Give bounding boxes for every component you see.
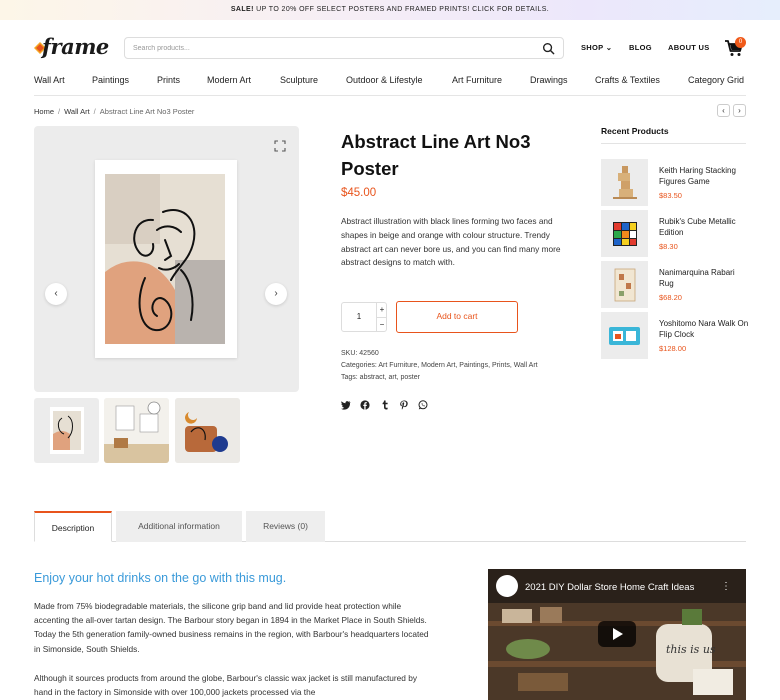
- quantity-decrease-button[interactable]: −: [376, 317, 387, 331]
- tumblr-icon[interactable]: [380, 400, 390, 410]
- facebook-icon[interactable]: [360, 400, 370, 410]
- category-prints[interactable]: Prints: [157, 75, 180, 85]
- twitter-icon[interactable]: [341, 400, 351, 410]
- quantity-value[interactable]: 1: [342, 312, 376, 321]
- gallery-thumbnail[interactable]: [34, 398, 99, 463]
- logo-text: frame: [42, 34, 109, 59]
- product-main-image: [95, 160, 237, 358]
- product-title: Abstract Line Art No3 Poster: [341, 131, 531, 179]
- chevron-right-icon: ›: [274, 288, 278, 299]
- breadcrumb-home[interactable]: Home: [34, 107, 54, 116]
- promo-banner[interactable]: SALE! UP TO 20% OFF SELECT POSTERS AND F…: [0, 0, 780, 20]
- channel-avatar[interactable]: [496, 575, 518, 597]
- tab-additional-information[interactable]: Additional information: [116, 511, 242, 542]
- poster-artwork: [105, 174, 225, 344]
- chevron-down-icon: ⌄: [605, 43, 613, 52]
- category-grid[interactable]: Category Grid: [688, 75, 744, 85]
- recent-product-name[interactable]: Yoshitomo Nara Walk On Flip Clock: [659, 319, 749, 340]
- gallery-thumbnail[interactable]: [175, 398, 240, 463]
- recent-products-title: Recent Products: [601, 126, 669, 136]
- video-embed[interactable]: 2021 DIY Dollar Store Home Craft Ideas ⋮…: [488, 569, 746, 700]
- search-input[interactable]: [133, 41, 523, 56]
- recent-product-item[interactable]: Keith Haring Stacking Figures Game $83.5…: [601, 159, 749, 206]
- tab-reviews[interactable]: Reviews (0): [246, 511, 325, 542]
- search-box: [124, 37, 564, 59]
- breadcrumb-current: Abstract Line Art No3 Poster: [99, 107, 195, 116]
- category-nav: Wall Art Paintings Prints Modern Art Scu…: [0, 70, 780, 96]
- video-thumbnail-text: this is us: [666, 643, 716, 656]
- recent-product-image: [601, 159, 648, 206]
- chevron-right-icon: ›: [738, 106, 741, 115]
- description-paragraph: Although it sources products from around…: [34, 673, 417, 698]
- breadcrumb-separator: /: [58, 107, 61, 116]
- description-heading: Enjoy your hot drinks on the go with thi…: [34, 571, 287, 585]
- category-drawings[interactable]: Drawings: [530, 75, 568, 85]
- search-icon[interactable]: [542, 42, 555, 55]
- nav-shop[interactable]: SHOP ⌄: [581, 43, 612, 52]
- pinterest-icon[interactable]: [399, 400, 409, 410]
- recent-product-item[interactable]: Yoshitomo Nara Walk On Flip Clock $128.0…: [601, 312, 749, 359]
- chevron-left-icon: ‹: [54, 288, 58, 299]
- nav-about[interactable]: ABOUT US: [668, 43, 710, 52]
- promo-bold: SALE!: [230, 6, 254, 13]
- breadcrumb-parent[interactable]: Wall Art: [64, 107, 90, 116]
- cart-count-badge: 0: [735, 37, 746, 48]
- recent-product-price: $68.20: [659, 293, 682, 302]
- gallery-prev-button[interactable]: ‹: [45, 283, 67, 305]
- recent-product-image: [601, 210, 648, 257]
- divider: [601, 143, 746, 144]
- breadcrumb: Home / Wall Art / Abstract Line Art No3 Post…: [34, 107, 194, 116]
- chevron-left-icon: ‹: [722, 106, 725, 115]
- next-product-button[interactable]: ›: [733, 104, 746, 117]
- recent-product-item[interactable]: Nanimarquina Rabari Rug $68.20: [601, 261, 749, 308]
- tab-description[interactable]: Description: [34, 511, 112, 542]
- add-to-cart-button[interactable]: Add to cart: [396, 301, 518, 333]
- category-art-furniture[interactable]: Art Furniture: [452, 75, 502, 85]
- more-options-icon[interactable]: ⋮: [721, 581, 731, 592]
- recent-product-item[interactable]: Rubik's Cube Metallic Edition $8.30: [601, 210, 749, 257]
- recent-product-image: [601, 261, 648, 308]
- promo-text: UP TO 20% OFF SELECT POSTERS AND FRAMED …: [253, 6, 550, 13]
- product-description: Abstract illustration with black lines f…: [341, 216, 561, 268]
- expand-icon[interactable]: [274, 140, 286, 152]
- recent-product-price: $8.30: [659, 242, 678, 251]
- site-logo[interactable]: frame: [34, 34, 109, 62]
- gallery-next-button[interactable]: ›: [265, 283, 287, 305]
- divider: [34, 95, 746, 96]
- recent-product-price: $128.00: [659, 344, 687, 353]
- thumbnail-image: [50, 407, 84, 454]
- thumbnail-image: [104, 398, 169, 463]
- product-tags: Tags: abstract, art, poster: [341, 374, 420, 381]
- play-icon[interactable]: [598, 621, 636, 647]
- category-sculpture[interactable]: Sculpture: [280, 75, 318, 85]
- nav-blog[interactable]: BLOG: [629, 43, 652, 52]
- prev-product-button[interactable]: ‹: [717, 104, 730, 117]
- recent-product-name[interactable]: Keith Haring Stacking Figures Game: [659, 166, 749, 187]
- thumbnail-image: [175, 398, 240, 463]
- product-gallery[interactable]: ‹ ›: [34, 126, 299, 392]
- recent-product-name[interactable]: Nanimarquina Rabari Rug: [659, 268, 749, 289]
- product-price: $45.00: [341, 187, 377, 199]
- video-title[interactable]: 2021 DIY Dollar Store Home Craft Ideas: [525, 582, 694, 593]
- breadcrumb-separator: /: [93, 107, 96, 116]
- description-paragraph: Made from 75% biodegradable materials, t…: [34, 601, 429, 654]
- category-outdoor-lifestyle[interactable]: Outdoor & Lifestyle: [346, 75, 423, 85]
- product-sku: SKU: 42560: [341, 350, 379, 357]
- quantity-stepper[interactable]: 1 + −: [341, 302, 387, 332]
- category-crafts-textiles[interactable]: Crafts & Textiles: [595, 75, 660, 85]
- recent-product-price: $83.50: [659, 191, 682, 200]
- nav-shop-label: SHOP: [581, 43, 604, 52]
- category-paintings[interactable]: Paintings: [92, 75, 129, 85]
- quantity-increase-button[interactable]: +: [376, 303, 387, 317]
- product-categories: Categories: Art Furniture, Modern Art, P…: [341, 362, 538, 369]
- category-wall-art[interactable]: Wall Art: [34, 75, 65, 85]
- whatsapp-icon[interactable]: [418, 400, 428, 410]
- recent-product-name[interactable]: Rubik's Cube Metallic Edition: [659, 217, 749, 238]
- gallery-thumbnail[interactable]: [104, 398, 169, 463]
- recent-product-image: [601, 312, 648, 359]
- category-modern-art[interactable]: Modern Art: [207, 75, 251, 85]
